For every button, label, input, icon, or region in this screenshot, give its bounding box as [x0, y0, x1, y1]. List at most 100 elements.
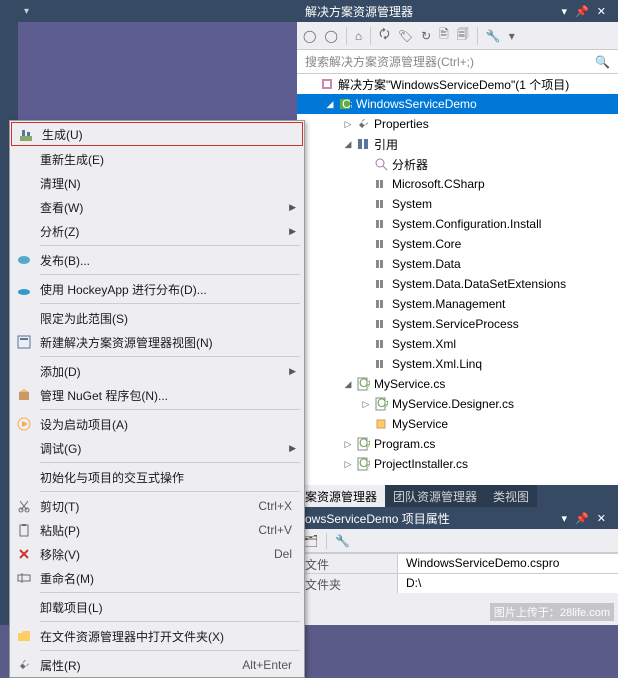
expander-icon[interactable]: ▷	[341, 119, 355, 130]
property-row[interactable]: 文件夹D:\	[297, 573, 618, 593]
menu-item[interactable]: 新建解决方案资源管理器视图(N)	[10, 330, 304, 354]
menu-item[interactable]: 卸载项目(L)	[10, 595, 304, 619]
sort-icon[interactable]: 🗂	[303, 534, 318, 548]
menu-item[interactable]: 设为启动项目(A)	[10, 412, 304, 436]
shortcut: Alt+Enter	[242, 658, 292, 672]
tag-icon[interactable]: 🏷	[398, 29, 413, 43]
paste-icon	[16, 522, 32, 538]
tree-node[interactable]: MyService	[297, 414, 618, 434]
search-placeholder: 搜索解决方案资源管理器(Ctrl+;)	[305, 53, 474, 70]
search-icon[interactable]: 🔍	[595, 55, 610, 69]
tool-window-tabs: 案资源管理器团队资源管理器类视图	[297, 485, 618, 507]
tree-node[interactable]: System.Data	[297, 254, 618, 274]
expander-icon[interactable]: ◢	[323, 99, 337, 110]
close-icon[interactable]: ✕	[597, 512, 606, 525]
back-icon[interactable]: ◯	[303, 29, 316, 43]
sync-icon[interactable]: 🗘	[379, 25, 390, 46]
tree-node[interactable]: ◢C#MyService.cs	[297, 374, 618, 394]
expander-icon[interactable]: ◢	[341, 139, 355, 150]
rename-icon	[16, 570, 32, 586]
tree-node-label: System.Management	[392, 297, 505, 311]
tree-node-label: MyService	[392, 417, 448, 431]
tree-node[interactable]: 分析器	[297, 154, 618, 174]
tree-node[interactable]: Microsoft.CSharp	[297, 174, 618, 194]
solution-tree[interactable]: 解决方案"WindowsServiceDemo"(1 个项目)◢C#Window…	[297, 74, 618, 506]
menu-item[interactable]: 调试(G)▶	[10, 436, 304, 460]
publish-icon	[16, 252, 32, 268]
menu-item[interactable]: 管理 NuGet 程序包(N)...	[10, 383, 304, 407]
menu-item-label: 重命名(M)	[40, 570, 94, 587]
wrench-icon[interactable]: 🔧	[335, 534, 350, 548]
menu-item[interactable]: 重命名(M)	[10, 566, 304, 590]
menu-item[interactable]: 分析(Z)▶	[10, 219, 304, 243]
tree-node-label: 引用	[374, 136, 398, 153]
tree-node[interactable]: System.Data.DataSetExtensions	[297, 274, 618, 294]
menu-item[interactable]: 清理(N)	[10, 171, 304, 195]
menu-item[interactable]: 移除(V)Del	[10, 542, 304, 566]
menu-item[interactable]: 初始化与项目的交互式操作	[10, 465, 304, 489]
wrench-icon[interactable]: 🔧	[486, 29, 501, 43]
menu-item[interactable]: 粘贴(P)Ctrl+V	[10, 518, 304, 542]
expander-icon[interactable]: ◢	[341, 379, 355, 390]
tree-node[interactable]: ▷C#ProjectInstaller.cs	[297, 454, 618, 474]
menu-item[interactable]: 重新生成(E)	[10, 147, 304, 171]
tree-node[interactable]: ◢ 引用	[297, 134, 618, 154]
editor-tabbar[interactable]: ▾	[18, 0, 297, 22]
tool-tab[interactable]: 类视图	[485, 485, 537, 507]
menu-item[interactable]: 添加(D)▶	[10, 359, 304, 383]
menu-item[interactable]: 查看(W)▶	[10, 195, 304, 219]
folder-icon	[16, 628, 32, 644]
tree-node[interactable]: System.Configuration.Install	[297, 214, 618, 234]
menu-item[interactable]: 限定为此范围(S)	[10, 306, 304, 330]
expander-icon[interactable]: ▷	[341, 459, 355, 470]
tree-node-label: WindowsServiceDemo	[356, 97, 477, 111]
dropdown-icon[interactable]: ▾	[562, 512, 568, 525]
expander-icon[interactable]: ▷	[341, 439, 355, 450]
tree-node-label: 解决方案"WindowsServiceDemo"(1 个项目)	[338, 76, 569, 93]
menu-item[interactable]: 剪切(T)Ctrl+X	[10, 494, 304, 518]
tree-node[interactable]: System.Core	[297, 234, 618, 254]
search-input[interactable]: 搜索解决方案资源管理器(Ctrl+;) 🔍	[297, 50, 618, 74]
tree-node[interactable]: 解决方案"WindowsServiceDemo"(1 个项目)	[297, 74, 618, 94]
tree-node[interactable]: System.Xml	[297, 334, 618, 354]
chevron-down-icon[interactable]: ▾	[24, 6, 29, 17]
remove-icon	[16, 546, 32, 562]
pin-icon[interactable]: 📌	[575, 512, 589, 525]
tree-node[interactable]: System.Xml.Linq	[297, 354, 618, 374]
menu-item[interactable]: 发布(B)...	[10, 248, 304, 272]
tree-node[interactable]: ▷Properties	[297, 114, 618, 134]
csproj-icon: C#	[337, 96, 353, 112]
cs-icon: C#	[355, 376, 371, 392]
tree-node[interactable]: System.ServiceProcess	[297, 314, 618, 334]
ref-icon	[373, 256, 389, 272]
showall-icon[interactable]: 🗐	[457, 25, 469, 46]
expander-icon[interactable]: ▷	[359, 399, 373, 410]
tree-node-label: MyService.cs	[374, 377, 445, 391]
tree-node[interactable]: ◢C#WindowsServiceDemo	[297, 94, 618, 114]
forward-icon[interactable]: ◯	[324, 29, 337, 43]
menu-item-label: 剪切(T)	[40, 498, 79, 515]
tree-node[interactable]: ▷C#Program.cs	[297, 434, 618, 454]
ref-icon	[373, 236, 389, 252]
menu-item[interactable]: 在文件资源管理器中打开文件夹(X)	[10, 624, 304, 648]
menu-item[interactable]: 属性(R)Alt+Enter	[10, 653, 304, 677]
tree-node[interactable]: ▷C#MyService.Designer.cs	[297, 394, 618, 414]
shortcut: Del	[274, 547, 292, 561]
menu-item-label: 粘贴(P)	[40, 522, 80, 539]
tool-tab[interactable]: 案资源管理器	[297, 485, 385, 507]
collapse-icon[interactable]: 🖹	[439, 25, 449, 46]
dropdown-icon[interactable]: ▾	[562, 5, 568, 18]
pin-icon[interactable]: 📌	[575, 5, 589, 18]
home-icon[interactable]: ⌂	[355, 29, 362, 43]
tree-node[interactable]: System.Management	[297, 294, 618, 314]
close-icon[interactable]: ✕	[597, 5, 606, 18]
tool-tab[interactable]: 团队资源管理器	[385, 485, 485, 507]
more-icon[interactable]: ▾	[509, 29, 515, 43]
refresh-icon[interactable]: ↻	[421, 29, 431, 43]
property-row[interactable]: 文件WindowsServiceDemo.cspro	[297, 553, 618, 573]
property-key: 文件	[297, 554, 397, 573]
properties-title: owsServiceDemo 项目属性	[305, 510, 450, 527]
menu-item[interactable]: 生成(U)	[11, 122, 303, 146]
menu-item[interactable]: 使用 HockeyApp 进行分布(D)...	[10, 277, 304, 301]
tree-node[interactable]: System	[297, 194, 618, 214]
